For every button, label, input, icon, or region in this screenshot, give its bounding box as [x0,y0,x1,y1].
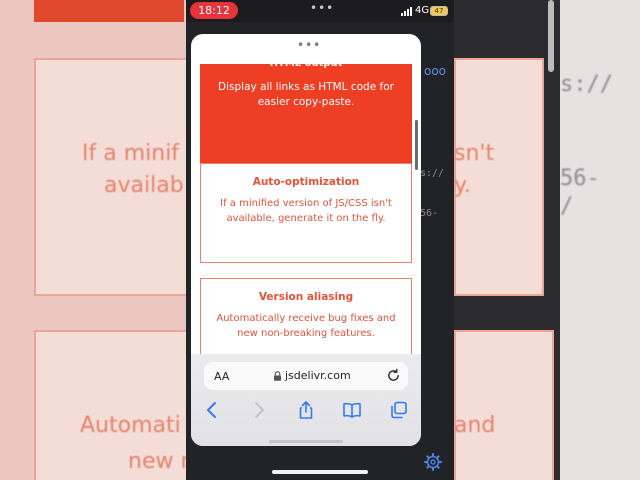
battery-level: 47 [434,7,444,15]
feature-card-description: Display all links as HTML code for easie… [218,81,394,108]
background-text: availab [104,173,184,198]
background-text: sn't [454,141,495,166]
background-card [454,330,554,480]
tabs-icon[interactable] [389,400,409,420]
background-code: s:// [560,72,613,97]
feature-card-description: If a minified version of JS/CSS isn't av… [220,198,392,224]
feature-card-auto-optimization[interactable]: Auto-optimization If a minified version … [200,163,412,263]
feature-card-description: Automatically receive bug fixes and new … [216,313,396,339]
background-red-block [34,0,184,22]
status-time: 18:12 [190,2,238,19]
battery-icon: 47 [430,6,448,16]
back-icon[interactable] [202,400,222,420]
background-code: / [560,194,574,219]
sheet-grabber[interactable]: ••• [297,38,321,52]
text-size-label: AA [214,370,230,383]
signal-icon [401,7,414,16]
background-text: y. [454,173,471,198]
address-bar[interactable]: AA jsdelivr.com [204,362,408,390]
url-text[interactable]: jsdelivr.com [285,369,351,382]
feature-card-title: Version aliasing [258,291,354,303]
bookmarks-icon[interactable] [342,400,362,420]
dynamic-island-dots: ••• [310,1,335,15]
network-label: 4G [415,5,430,16]
gear-icon[interactable] [424,453,442,471]
reload-icon[interactable] [386,368,401,383]
background-text: new n [128,449,186,474]
forward-icon[interactable] [249,400,269,420]
background-code: 56- [560,166,600,191]
lock-icon [274,371,281,381]
underlying-code: s:// [420,168,445,179]
background-text: Automati [80,413,181,438]
home-indicator[interactable] [272,470,368,474]
background-right-edge: s:// 56- / [548,0,640,480]
feature-card-title: HTML output [269,58,343,69]
underlying-code: 56- [420,208,439,219]
background-text: If a minif [82,141,180,166]
text-size-button[interactable]: AA [214,370,229,383]
sheet-home-indicator [269,440,343,443]
background-left-page: If a minif availab Automati new n [0,0,186,480]
more-icon: ooo [424,64,447,78]
background-text: and [454,413,496,438]
status-bar: 18:12 ••• 4G 47 [186,0,454,22]
phone-screen: 18:12 ••• 4G 47 ooo s:// 56- ••• HTML ou… [186,0,454,480]
browser-toolbar: AA jsdelivr.com [191,354,421,446]
scrollbar[interactable] [415,120,418,170]
feature-card-title: Auto-optimization [252,176,360,188]
share-icon[interactable] [296,400,316,420]
background-scrollbar [548,0,554,72]
browser-sheet: ••• HTML output Display all links as HTM… [191,34,421,446]
